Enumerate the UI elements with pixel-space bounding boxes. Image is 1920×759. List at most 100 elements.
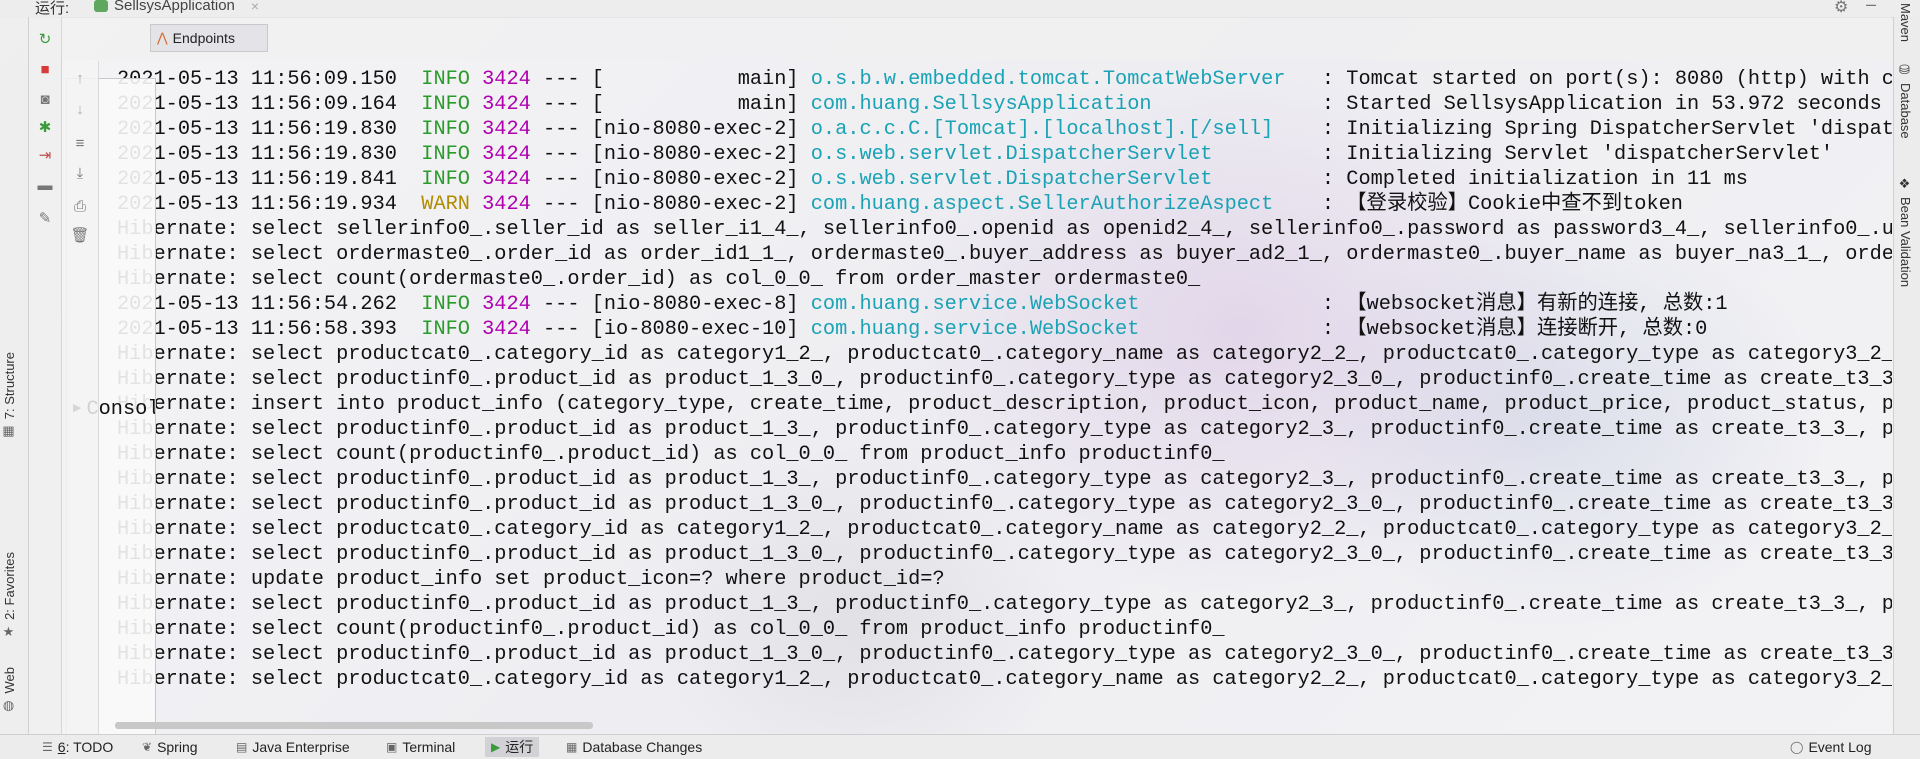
down-arrow-icon[interactable]: ↓: [69, 98, 91, 120]
log-text: Hibernate: select productinf0_.product_i…: [117, 543, 1892, 566]
stop-icon[interactable]: ■: [34, 58, 56, 80]
scroll-to-end-icon[interactable]: ⤓: [69, 162, 91, 184]
database-tab[interactable]: ⛁ Database: [1898, 63, 1913, 139]
debug-bug-icon[interactable]: ✱: [34, 116, 56, 138]
minimize-icon[interactable]: –: [1866, 0, 1876, 15]
log-logger-class: o.s.web.servlet.DispatcherServlet: [810, 168, 1310, 191]
gear-icon[interactable]: ⚙: [1834, 0, 1848, 17]
log-logger-class: o.a.c.c.C.[Tomcat].[localhost].[/sell]: [810, 118, 1310, 141]
console-line: 2021-05-13 11:56:19.830 INFO 3424 --- [n…: [99, 117, 1892, 142]
soft-wrap-icon[interactable]: ≡: [69, 132, 91, 154]
run-tab[interactable]: ▶ 运行: [485, 737, 540, 757]
bottom-toolwindow-bar: ☰ 6: TODO ❦ Spring ▤ Java Enterprise ▣ T…: [0, 734, 1920, 759]
bean-icon: ❖: [1898, 177, 1913, 192]
run-toolbar: ↻ ■ ◙ ✱ ⇥ ▬ ✎: [29, 17, 62, 734]
camera-icon[interactable]: ◙: [34, 88, 56, 110]
console-tabs-bar: ▶ Console ⋀ Endpoints: [62, 17, 1892, 739]
maven-tab[interactable]: Maven: [1898, 3, 1913, 42]
web-tab[interactable]: ◍ Web: [2, 667, 17, 714]
log-pid: 3424: [482, 118, 531, 141]
console-line: Hibernate: select productinf0_.product_i…: [99, 492, 1892, 517]
log-level: INFO: [421, 118, 470, 141]
pin-icon[interactable]: ✎: [34, 207, 56, 229]
todo-tab[interactable]: ☰ 6: TODO: [42, 739, 113, 755]
trash-icon[interactable]: 🗑: [69, 224, 91, 246]
log-message: : 【websocket消息】有新的连接, 总数:1: [1309, 293, 1728, 316]
todo-tab-label: : TODO: [65, 739, 114, 755]
log-thread: nio-8080-exec-2]: [603, 193, 811, 216]
horizontal-scrollbar[interactable]: [115, 722, 593, 729]
log-text: Hibernate: select productinf0_.product_i…: [117, 643, 1892, 666]
bean-validation-tab[interactable]: ❖ Bean Validation: [1898, 177, 1913, 287]
log-logger-class: com.huang.SellsysApplication: [810, 93, 1310, 116]
web-tab-label: Web: [2, 667, 17, 694]
log-text: Hibernate: select productinf0_.product_i…: [117, 468, 1892, 491]
log-text: Hibernate: select sellerinfo0_.seller_id…: [117, 218, 1892, 241]
log-pid: 3424: [482, 293, 531, 316]
console-line: Hibernate: select productcat0_.category_…: [99, 667, 1892, 692]
exit-icon[interactable]: ⇥: [34, 144, 56, 166]
log-level: WARN: [421, 193, 470, 216]
structure-tab-label: 7: Structure: [2, 352, 17, 420]
console-line: Hibernate: select count(productinf0_.pro…: [99, 617, 1892, 642]
run-config-tab[interactable]: SellsysApplication ×: [94, 0, 259, 14]
spring-tab[interactable]: ❦ Spring: [142, 739, 198, 755]
left-toolwindow-strip: ▦ 7: Structure ★ 2: Favorites ◍ Web: [0, 17, 29, 734]
log-message: : Started SellsysApplication in 53.972 s…: [1309, 93, 1892, 116]
event-log-icon: ◯: [1790, 740, 1804, 754]
console-line: Hibernate: select count(productinf0_.pro…: [99, 442, 1892, 467]
layout-icon[interactable]: ▬: [34, 174, 56, 196]
terminal-tab[interactable]: ▣ Terminal: [386, 739, 455, 755]
event-log-tab[interactable]: ◯ Event Log: [1790, 739, 1872, 755]
java-enterprise-tab[interactable]: ▤ Java Enterprise: [236, 739, 350, 755]
console-line: Hibernate: select productinf0_.product_i…: [99, 467, 1892, 492]
log-text: Hibernate: select productcat0_.category_…: [117, 518, 1892, 541]
database-changes-tab[interactable]: ▦ Database Changes: [566, 739, 702, 755]
console-toolbar: ↑ ↓ ≡ ⤓ ⎙ 🗑: [62, 61, 99, 734]
rerun-icon[interactable]: ↻: [34, 28, 56, 50]
favorites-tab[interactable]: ★ 2: Favorites: [2, 552, 17, 640]
log-text: Hibernate: update product_info set produ…: [117, 568, 945, 591]
console-line: 2021-05-13 11:56:19.934 WARN 3424 --- [n…: [99, 192, 1892, 217]
log-logger-class: com.huang.aspect.SellerAuthorizeAspect: [810, 193, 1310, 216]
log-pid: 3424: [482, 93, 531, 116]
event-log-tab-label: Event Log: [1808, 739, 1872, 755]
log-text: Hibernate: select productinf0_.product_i…: [117, 593, 1892, 616]
close-icon[interactable]: ×: [251, 0, 259, 14]
console-line: 2021-05-13 11:56:58.393 INFO 3424 --- [i…: [99, 317, 1892, 342]
log-text: Hibernate: select productinf0_.product_i…: [117, 418, 1892, 441]
log-text: Hibernate: select count(ordermaste0_.ord…: [117, 268, 1201, 291]
console-line: 2021-05-13 11:56:19.841 INFO 3424 --- [n…: [99, 167, 1892, 192]
log-thread: nio-8080-exec-2]: [603, 143, 811, 166]
log-separator: --- [: [530, 93, 604, 116]
spring-leaf-icon: ❦: [142, 740, 153, 754]
run-label: 运行:: [35, 0, 70, 17]
favorites-tab-label: 2: Favorites: [2, 552, 17, 620]
log-timestamp: 2021-05-13 11:56:19.830: [117, 118, 397, 141]
log-separator: --- [: [530, 318, 604, 341]
tab-endpoints[interactable]: ⋀ Endpoints: [150, 24, 268, 52]
console-line: Hibernate: select productinf0_.product_i…: [99, 592, 1892, 617]
up-arrow-icon[interactable]: ↑: [69, 67, 91, 89]
run-config-title: SellsysApplication: [114, 0, 235, 14]
log-text: Hibernate: select productinf0_.product_i…: [117, 368, 1892, 391]
web-icon: ◍: [2, 698, 17, 714]
log-message: : Initializing Spring DispatcherServlet …: [1309, 118, 1892, 141]
log-timestamp: 2021-05-13 11:56:19.830: [117, 143, 397, 166]
log-message: : Tomcat started on port(s): 8080 (http)…: [1309, 68, 1892, 91]
console-output[interactable]: 2021-05-13 11:56:09.150 INFO 3424 --- [ …: [99, 61, 1892, 721]
print-icon[interactable]: ⎙: [69, 195, 91, 217]
log-separator: --- [: [530, 68, 604, 91]
terminal-icon: ▣: [386, 740, 398, 754]
log-pid: 3424: [482, 68, 531, 91]
log-message: : 【登录校验】Cookie中查不到token: [1309, 193, 1683, 216]
log-level: INFO: [421, 168, 470, 191]
terminal-tab-label: Terminal: [402, 739, 456, 755]
log-logger-class: com.huang.service.WebSocket: [810, 318, 1310, 341]
endpoints-icon: ⋀: [157, 30, 168, 45]
log-text: Hibernate: select ordermaste0_.order_id …: [117, 243, 1892, 266]
database-icon: ⛁: [1898, 63, 1913, 78]
log-timestamp: 2021-05-13 11:56:58.393: [117, 318, 397, 341]
structure-tab[interactable]: ▦ 7: Structure: [2, 352, 17, 439]
log-timestamp: 2021-05-13 11:56:09.150: [117, 68, 397, 91]
